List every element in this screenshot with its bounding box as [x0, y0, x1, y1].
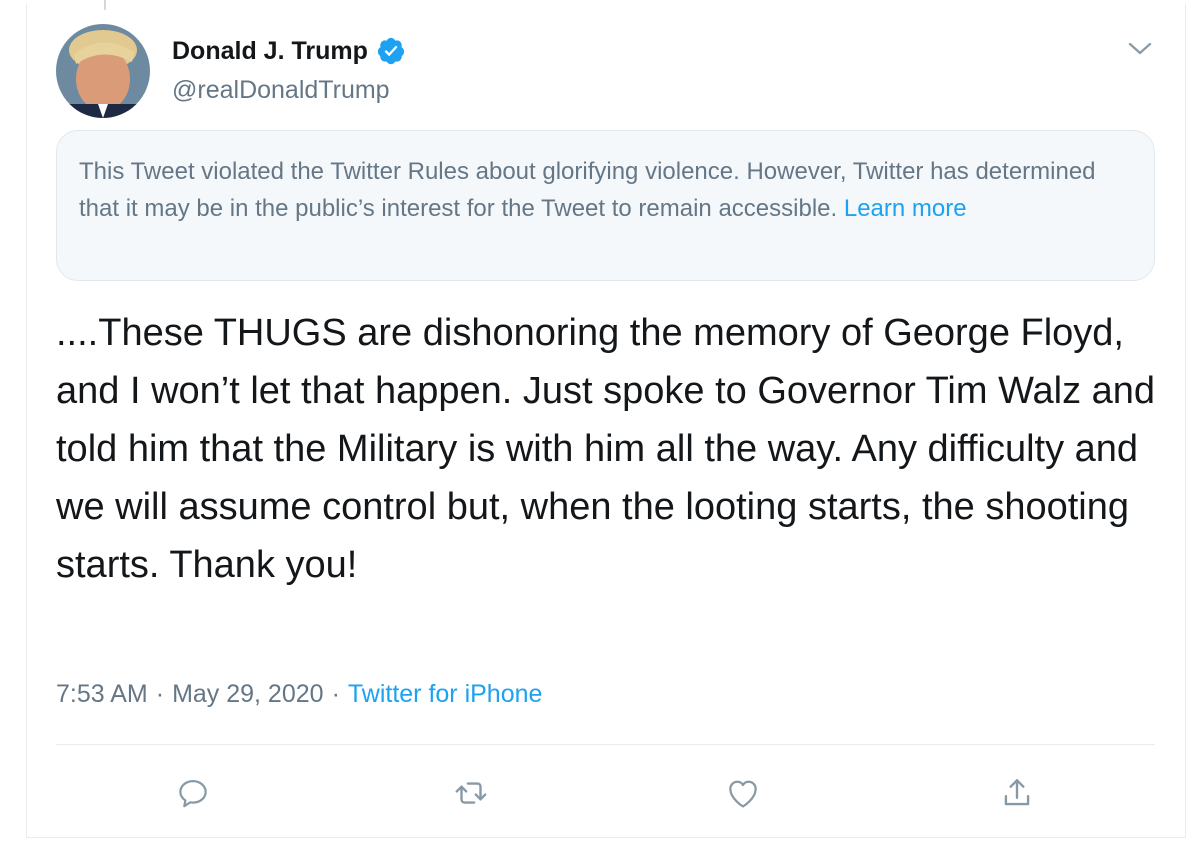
policy-notice: This Tweet violated the Twitter Rules ab…	[56, 130, 1155, 281]
tweet-time[interactable]: 7:53 AM	[56, 680, 148, 709]
tweet-meta: 7:53 AM · May 29, 2020 · Twitter for iPh…	[56, 680, 542, 709]
retweet-icon	[455, 782, 487, 804]
avatar[interactable]	[56, 24, 150, 118]
meta-separator: ·	[155, 680, 165, 708]
learn-more-link[interactable]: Learn more	[844, 195, 967, 222]
thread-line	[104, 0, 106, 10]
like-button[interactable]	[724, 774, 762, 812]
share-icon	[1004, 779, 1030, 806]
reply-icon	[179, 780, 207, 808]
tweet-text: ....These THUGS are dishonoring the memo…	[56, 312, 1166, 586]
tweet-source-link[interactable]: Twitter for iPhone	[348, 680, 543, 709]
meta-separator: ·	[331, 680, 340, 708]
author-name[interactable]: Donald J. Trump	[172, 37, 368, 66]
share-button[interactable]	[998, 774, 1036, 812]
heart-icon	[729, 780, 757, 808]
divider	[56, 744, 1155, 745]
tweet-date[interactable]: May 29, 2020	[172, 680, 324, 709]
chevron-down-icon[interactable]	[1126, 38, 1154, 60]
author-handle[interactable]: @realDonaldTrump	[172, 76, 390, 105]
verified-badge-icon	[377, 37, 404, 65]
reply-button[interactable]	[174, 774, 212, 812]
retweet-button[interactable]	[452, 774, 490, 812]
